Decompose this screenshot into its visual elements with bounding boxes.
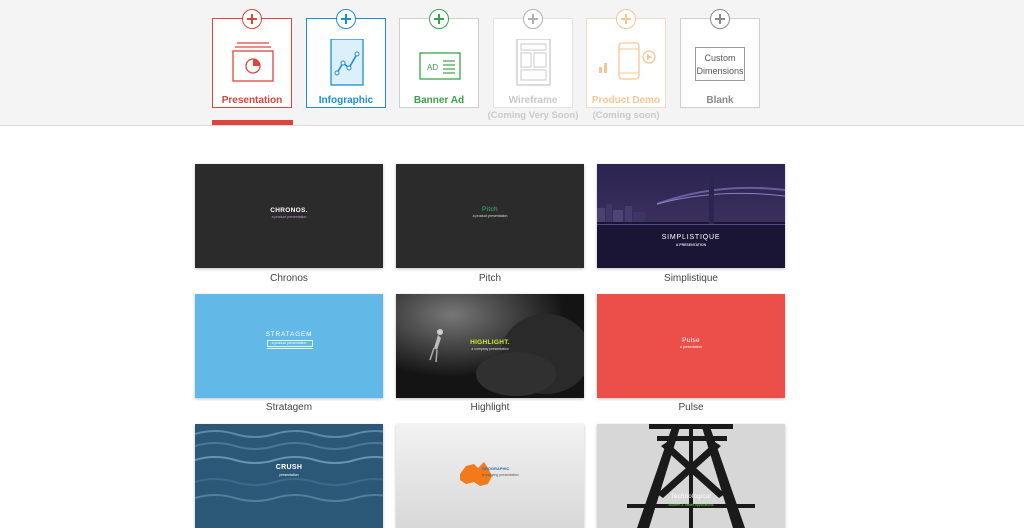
template-name: Stratagem bbox=[265, 402, 313, 413]
plus-icon bbox=[616, 9, 636, 29]
custom-dimensions-box: Custom Dimensions bbox=[695, 47, 745, 81]
type-label: Wireframe bbox=[508, 95, 558, 106]
custom-line-1: Custom bbox=[704, 52, 736, 63]
type-card-infographic[interactable]: Infographic bbox=[306, 9, 386, 108]
diver-image bbox=[396, 294, 584, 398]
thumb-title: CHRONOS. bbox=[270, 207, 308, 214]
thumb-subtitle: a product presentation bbox=[472, 214, 508, 218]
thumb-subtitle: a company presentation bbox=[471, 347, 509, 351]
type-label: Presentation bbox=[221, 95, 283, 106]
thumb-subtitle: a product presentation bbox=[271, 215, 307, 219]
thumb-title: SIMPLISTIQUE bbox=[661, 234, 721, 241]
template-name: Simplistique bbox=[664, 273, 718, 284]
template-name: Pulse bbox=[678, 402, 704, 413]
thumb-title: CRUSH bbox=[275, 464, 303, 471]
wireframe-icon bbox=[516, 39, 551, 86]
infographic-icon bbox=[330, 39, 364, 86]
plus-icon bbox=[242, 9, 262, 29]
thumb-title: Technological bbox=[670, 494, 712, 500]
type-card-banner-ad[interactable]: AD Banner Ad bbox=[399, 9, 479, 108]
template-thumbnail-pulse[interactable]: Pulse a presentation bbox=[597, 294, 785, 398]
thumb-subtitle: A PRESENTATION bbox=[675, 243, 707, 247]
type-card-presentation[interactable]: Presentation bbox=[212, 9, 292, 108]
thumb-subtitle: presentation bbox=[279, 473, 299, 477]
type-label: Banner Ad bbox=[413, 95, 465, 106]
type-card-wireframe[interactable]: Wireframe (Coming Very Soon) bbox=[488, 9, 578, 121]
type-card-product-demo[interactable]: Product Demo (Coming soon) bbox=[586, 9, 666, 121]
type-selector-bar: Presentation Infographic AD Banner Ad Wi… bbox=[0, 0, 1024, 126]
thumb-title: Pitch bbox=[482, 206, 498, 213]
type-label: Blank bbox=[706, 95, 734, 106]
tower-structure-image bbox=[597, 424, 785, 528]
template-thumbnail-highlight[interactable]: HIGHLIGHT. a company presentation bbox=[396, 294, 584, 398]
thumb-subtitle: a mapping presentation bbox=[482, 473, 519, 477]
thumb-title: STRATAGEM bbox=[265, 331, 313, 338]
custom-line-2: Dimensions bbox=[696, 65, 744, 76]
divider-line bbox=[267, 348, 313, 349]
thumb-subtitle: Modern & Tablet Applications bbox=[668, 503, 714, 507]
template-thumbnail-stratagem[interactable]: STRATAGEM a product presentation bbox=[195, 294, 383, 398]
thumb-title: Pulse bbox=[682, 337, 700, 344]
presentation-icon bbox=[232, 42, 274, 82]
banner-ad-icon: AD bbox=[419, 52, 461, 80]
ad-icon-text: AD bbox=[427, 63, 438, 72]
plus-icon bbox=[523, 9, 543, 29]
template-name: Chronos bbox=[270, 273, 308, 284]
type-label: Infographic bbox=[318, 95, 374, 106]
thumb-subtitle: a presentation bbox=[679, 345, 703, 349]
template-name: Highlight bbox=[470, 402, 510, 413]
type-sublabel: (Coming soon) bbox=[592, 110, 660, 121]
custom-dimensions-icon: Custom Dimensions bbox=[681, 39, 759, 89]
template-name: Pitch bbox=[478, 273, 502, 284]
product-demo-icon bbox=[599, 42, 656, 80]
type-label: Product Demo bbox=[591, 95, 661, 106]
template-thumbnail-crush[interactable]: CRUSH presentation bbox=[195, 424, 383, 528]
plus-icon bbox=[710, 9, 730, 29]
template-thumbnail-chronos[interactable]: CHRONOS. a product presentation bbox=[195, 164, 383, 268]
active-tab-indicator bbox=[212, 120, 293, 125]
template-thumbnail-geographic[interactable]: GEOGRAPHIC a mapping presentation bbox=[396, 424, 584, 528]
type-card-blank[interactable]: Custom Dimensions Blank bbox=[680, 9, 760, 108]
template-thumbnail-technological[interactable]: Technological Modern & Tablet Applicatio… bbox=[597, 424, 785, 528]
plus-icon bbox=[429, 9, 449, 29]
plus-icon bbox=[336, 9, 356, 29]
city-bridge-image bbox=[597, 164, 785, 268]
template-thumbnail-simplistique[interactable]: SIMPLISTIQUE A PRESENTATION bbox=[597, 164, 785, 268]
thumb-title: HIGHLIGHT. bbox=[470, 339, 510, 346]
thumb-subtitle: a product presentation bbox=[271, 340, 307, 345]
thumb-title: GEOGRAPHIC bbox=[482, 466, 510, 471]
template-thumbnail-pitch[interactable]: Pitch a product presentation bbox=[396, 164, 584, 268]
